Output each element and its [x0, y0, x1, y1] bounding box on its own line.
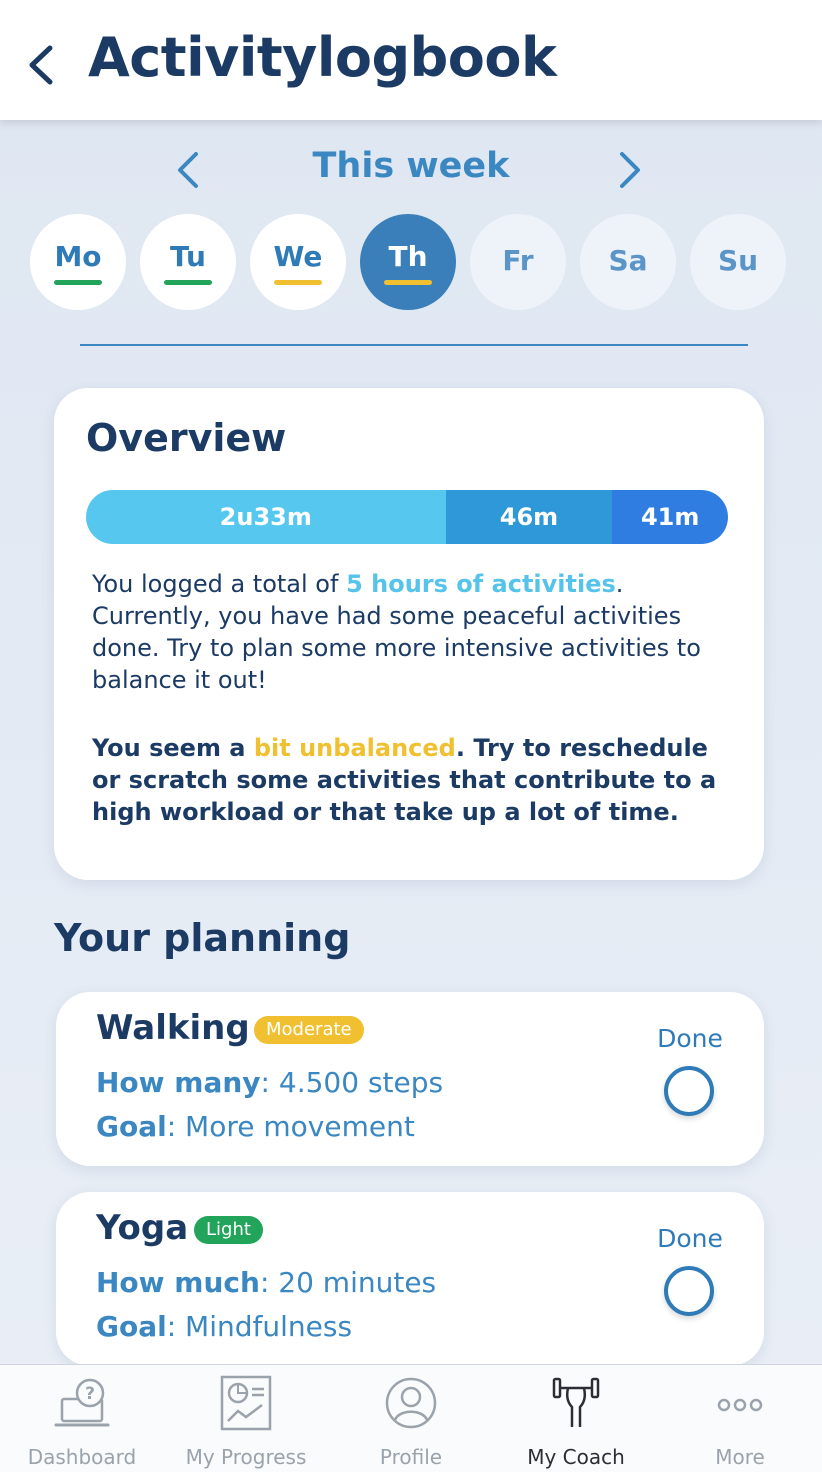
- amount-label: How much: [96, 1266, 260, 1299]
- top-bar: Activitylogbook: [0, 0, 822, 120]
- chevron-right-icon: [620, 152, 640, 188]
- activity-time-bar: 2u33m 46m 41m: [86, 490, 728, 544]
- day-status-underline: [384, 280, 432, 285]
- main-content[interactable]: This week Mo Tu We Th Fr Sa Su Overview …: [0, 120, 822, 1364]
- activity-card-yoga[interactable]: Yoga Light How much: 20 minutes Goal: Mi…: [56, 1192, 764, 1364]
- week-label: This week: [312, 146, 510, 186]
- chevron-left-icon: [178, 152, 198, 188]
- amount-value: : 20 minutes: [259, 1266, 437, 1299]
- day-button-mo[interactable]: Mo: [30, 214, 126, 310]
- chart-report-icon: [220, 1375, 272, 1431]
- done-label: Done: [657, 1024, 723, 1053]
- day-status-underline: [54, 280, 102, 285]
- activity-amount: How much: 20 minutes: [96, 1266, 436, 1299]
- user-circle-icon: [385, 1377, 437, 1429]
- amount-label: How many: [96, 1066, 261, 1099]
- overview-summary: You logged a total of 5 hours of activit…: [92, 568, 742, 696]
- activity-goal: Goal: More movement: [96, 1110, 415, 1143]
- day-status-underline: [164, 280, 212, 285]
- goal-value: : Mindfulness: [166, 1310, 353, 1343]
- bar-segment-moderate: 46m: [445, 490, 613, 544]
- chevron-left-icon: [29, 45, 53, 85]
- done-checkbox[interactable]: [664, 1266, 714, 1316]
- intensity-badge: Light: [194, 1216, 263, 1244]
- dumbbell-arm-icon: [552, 1377, 600, 1427]
- activity-name: Yoga: [96, 1208, 189, 1248]
- activity-name: Walking: [96, 1008, 250, 1048]
- done-checkbox[interactable]: [664, 1066, 714, 1116]
- page-title: Activitylogbook: [88, 26, 557, 89]
- day-label: Fr: [502, 244, 534, 277]
- back-button[interactable]: [22, 40, 66, 90]
- day-label: Tu: [170, 240, 206, 273]
- advice-prefix: You seem a: [92, 734, 254, 762]
- tab-label: Dashboard: [27, 1445, 137, 1469]
- summary-prefix: You logged a total of: [92, 570, 347, 598]
- overview-title: Overview: [86, 416, 287, 460]
- goal-value: : More movement: [166, 1110, 415, 1143]
- day-label: Mo: [54, 240, 102, 273]
- advice-highlight: bit unbalanced: [253, 734, 456, 762]
- bar-segment-intensive: 41m: [612, 490, 728, 544]
- tab-my-progress[interactable]: My Progress: [164, 1365, 328, 1472]
- intensity-badge: Moderate: [254, 1016, 364, 1044]
- tab-label: Profile: [379, 1445, 443, 1469]
- week-navigator: This week: [0, 140, 822, 200]
- summary-highlight: 5 hours of activities: [346, 570, 616, 598]
- dots-icon: [717, 1398, 763, 1412]
- day-label: Sa: [608, 244, 648, 277]
- divider: [80, 344, 748, 346]
- laptop-question-icon: ?: [54, 1378, 110, 1427]
- tab-more[interactable]: More: [658, 1365, 822, 1472]
- day-button-th[interactable]: Th: [360, 214, 456, 310]
- overview-card: Overview 2u33m 46m 41m You logged a tota…: [54, 388, 764, 880]
- tab-dashboard[interactable]: ? Dashboard: [0, 1365, 164, 1472]
- tab-label: My Progress: [185, 1445, 307, 1469]
- day-label: We: [273, 240, 323, 273]
- day-selector: Mo Tu We Th Fr Sa Su: [30, 214, 800, 310]
- activity-amount: How many: 4.500 steps: [96, 1066, 443, 1099]
- planning-title: Your planning: [54, 916, 351, 960]
- tab-my-coach[interactable]: My Coach: [494, 1365, 658, 1472]
- bottom-tab-bar: ? Dashboard My Progress Profile My Coach: [0, 1364, 822, 1472]
- activity-goal: Goal: Mindfulness: [96, 1310, 352, 1343]
- svg-text:?: ?: [85, 1384, 95, 1404]
- done-label: Done: [657, 1224, 723, 1253]
- day-label: Th: [388, 240, 428, 273]
- tab-profile[interactable]: Profile: [329, 1365, 493, 1472]
- day-status-underline: [274, 280, 322, 285]
- goal-label: Goal: [96, 1110, 167, 1143]
- day-button-tu[interactable]: Tu: [140, 214, 236, 310]
- tab-label: More: [715, 1445, 765, 1469]
- previous-week-button[interactable]: [168, 148, 208, 192]
- activity-card-walking[interactable]: Walking Moderate How many: 4.500 steps G…: [56, 992, 764, 1166]
- day-button-su[interactable]: Su: [690, 214, 786, 310]
- day-button-fr[interactable]: Fr: [470, 214, 566, 310]
- day-label: Su: [717, 244, 759, 277]
- goal-label: Goal: [96, 1310, 167, 1343]
- bar-segment-light: 2u33m: [86, 490, 446, 544]
- amount-value: : 4.500 steps: [260, 1066, 444, 1099]
- day-button-we[interactable]: We: [250, 214, 346, 310]
- next-week-button[interactable]: [610, 148, 650, 192]
- overview-balance-advice: You seem a bit unbalanced. Try to resche…: [92, 732, 742, 828]
- day-button-sa[interactable]: Sa: [580, 214, 676, 310]
- tab-label: My Coach: [527, 1445, 625, 1469]
